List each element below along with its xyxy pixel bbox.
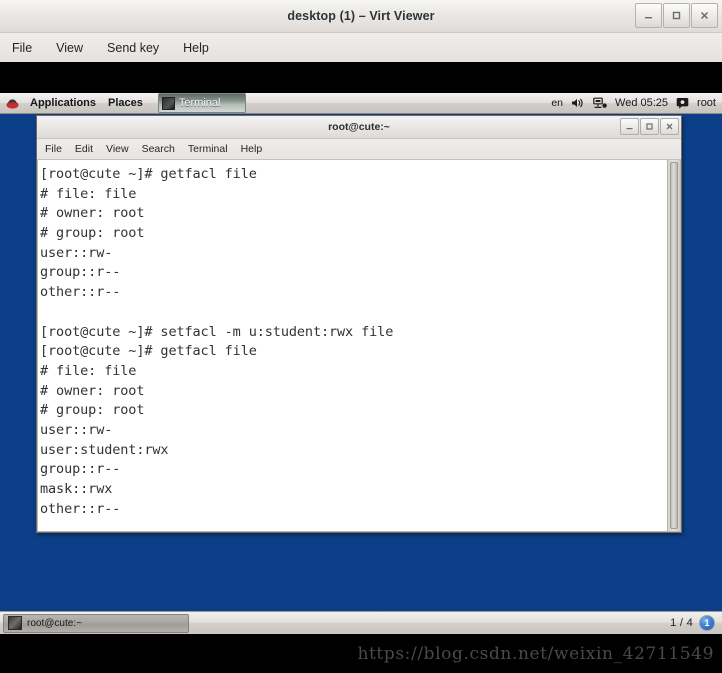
watermark-url: https://blog.csdn.net/weixin_42711549 xyxy=(357,643,714,664)
panel-status-area: en Wed 05:25 root xyxy=(551,97,722,109)
screenshot-root: desktop (1) – Virt Viewer File View Send… xyxy=(0,0,722,673)
notification-badge[interactable]: 1 xyxy=(699,615,715,631)
virt-viewer-window-controls xyxy=(635,3,718,28)
terminal-menu-help[interactable]: Help xyxy=(241,143,263,155)
virt-viewer-menubar: File View Send key Help xyxy=(0,33,722,62)
terminal-line: user:student:rwx xyxy=(40,441,169,458)
terminal-line: mask::rwx xyxy=(40,481,113,497)
terminal-window: root@cute:~ File Edit View Search Termin… xyxy=(36,115,682,533)
terminal-line: [root@cute ~]# getfacl file xyxy=(40,343,257,360)
watermark-band: https://blog.csdn.net/weixin_42711549 xyxy=(0,634,722,673)
redhat-logo-icon xyxy=(5,96,20,111)
workspace-switcher[interactable]: 1 / 4 xyxy=(670,617,693,629)
terminal-line: # group: root xyxy=(40,402,145,419)
terminal-icon xyxy=(8,616,22,630)
gnome-bottom-panel: root@cute:~ 1 / 4 1 xyxy=(0,611,722,634)
terminal-titlebar: root@cute:~ xyxy=(37,116,681,139)
close-icon xyxy=(700,11,709,20)
terminal-menubar: File Edit View Search Terminal Help xyxy=(37,139,681,160)
terminal-scrollbar[interactable] xyxy=(667,160,680,531)
volume-icon[interactable] xyxy=(571,97,585,109)
terminal-screen[interactable]: [root@cute ~]# getfacl file # file: file #… xyxy=(38,160,667,531)
terminal-line: group::r-- xyxy=(40,264,121,281)
terminal-line: group::r-- xyxy=(40,461,121,478)
terminal-maximize-button[interactable] xyxy=(640,118,659,135)
minimize-icon xyxy=(645,17,652,19)
places-menu[interactable]: Places xyxy=(102,93,149,114)
terminal-line: # owner: root xyxy=(40,205,145,222)
taskbar-status-area: 1 / 4 1 xyxy=(670,615,719,631)
terminal-menu-search[interactable]: Search xyxy=(142,143,175,155)
terminal-menu-edit[interactable]: Edit xyxy=(75,143,93,155)
virt-viewer-title: desktop (1) – Virt Viewer xyxy=(287,9,435,23)
terminal-line: user::rw- xyxy=(40,421,113,438)
terminal-body: [root@cute ~]# getfacl file # file: file #… xyxy=(37,160,681,532)
maximize-icon xyxy=(646,123,653,130)
gnome-top-panel: Applications Places Terminal en Wed 05:2… xyxy=(0,93,722,114)
user-name[interactable]: root xyxy=(697,97,716,109)
terminal-close-button[interactable] xyxy=(660,118,679,135)
terminal-menu-file[interactable]: File xyxy=(45,143,62,155)
terminal-line: [root@cute ~]# getfacl file xyxy=(40,166,257,182)
user-status-icon[interactable] xyxy=(676,97,689,109)
close-button[interactable] xyxy=(691,3,718,28)
panel-window-button-terminal[interactable]: Terminal xyxy=(157,93,246,113)
terminal-minimize-button[interactable] xyxy=(620,118,639,135)
guest-letterbox-top xyxy=(0,62,722,93)
virt-viewer-titlebar: desktop (1) – Virt Viewer xyxy=(0,0,722,33)
terminal-line: # file: file xyxy=(40,362,137,379)
close-icon xyxy=(666,123,673,130)
terminal-title: root@cute:~ xyxy=(328,121,390,133)
terminal-window-controls xyxy=(620,118,679,135)
terminal-menu-terminal[interactable]: Terminal xyxy=(188,143,228,155)
virt-viewer-window: desktop (1) – Virt Viewer File View Send… xyxy=(0,0,722,62)
terminal-line: # file: file xyxy=(40,185,137,202)
terminal-line: # owner: root xyxy=(40,382,145,399)
maximize-icon xyxy=(672,11,681,20)
panel-window-button-label: Terminal xyxy=(178,97,221,109)
taskbar-window-button-label: root@cute:~ xyxy=(27,617,82,629)
network-icon[interactable] xyxy=(593,97,607,109)
terminal-icon xyxy=(161,96,175,110)
terminal-line: other::r-- xyxy=(40,284,121,301)
terminal-line: [root@cute ~]# setfacl -m u:student:rwx … xyxy=(40,323,394,340)
panel-left-group: Applications Places Terminal xyxy=(0,93,246,113)
menu-view[interactable]: View xyxy=(54,39,85,57)
minimize-button[interactable] xyxy=(635,3,662,28)
menu-file[interactable]: File xyxy=(10,39,34,57)
applications-menu[interactable]: Applications xyxy=(24,93,102,114)
menu-help[interactable]: Help xyxy=(181,39,211,57)
terminal-line: user::rw- xyxy=(40,244,113,261)
terminal-menu-view[interactable]: View xyxy=(106,143,129,155)
keyboard-layout-indicator[interactable]: en xyxy=(551,97,563,109)
terminal-line: # group: root xyxy=(40,225,145,242)
menu-send-key[interactable]: Send key xyxy=(105,39,161,57)
taskbar-window-button[interactable]: root@cute:~ xyxy=(3,613,189,633)
clock[interactable]: Wed 05:25 xyxy=(615,97,668,109)
terminal-scrollbar-thumb[interactable] xyxy=(670,162,678,529)
minimize-icon xyxy=(626,128,633,130)
maximize-button[interactable] xyxy=(663,3,690,28)
terminal-line: other::r-- xyxy=(40,500,121,517)
